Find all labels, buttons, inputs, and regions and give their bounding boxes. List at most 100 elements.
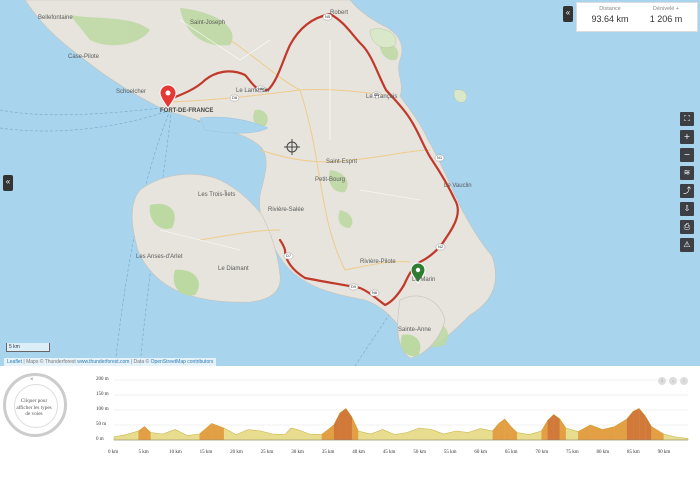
place-label: Robert (330, 10, 349, 16)
double-chevron-left-icon: « (5, 177, 11, 186)
place-label: Sainte-Anne (398, 327, 432, 333)
zoom-out-button[interactable]: − (680, 148, 694, 162)
place-label: Les Anses-d'Arlet (136, 254, 183, 260)
zoom-in-button[interactable]: + (680, 130, 694, 144)
elevation-segment (504, 419, 511, 440)
x-tick-label: 30 km (291, 450, 304, 455)
x-tick-label: 40 km (352, 450, 365, 455)
elevation-segment (578, 425, 591, 440)
leaflet-link[interactable]: Leaflet (7, 359, 22, 365)
road-badge: N2 (438, 244, 444, 249)
elevation-panel: × Cliquer pour afficher les types de voi… (0, 366, 700, 477)
map-attribution: Leaflet | Maps © Thunderforest www.thund… (4, 358, 217, 366)
elevation-segment (541, 420, 548, 440)
place-label: Le François (366, 94, 398, 100)
export-button[interactable]: ⇩ (680, 202, 694, 216)
road-badge: D5 (374, 92, 380, 97)
share-icon: ⤴ (683, 186, 691, 195)
place-label: Saint-Joseph (190, 20, 226, 26)
place-label: Saint-Esprit (326, 159, 358, 165)
x-tick-label: 35 km (321, 450, 335, 455)
place-label: Le Marin (412, 277, 436, 283)
x-tick-label: 0 km (108, 450, 119, 455)
x-tick-label: 5 km (138, 450, 149, 455)
place-label: Bellefontaine (38, 15, 73, 21)
road-badge: D7 (286, 253, 292, 258)
elevation-gain-value: 1 206 m (649, 14, 683, 24)
export-icon: ⇩ (683, 204, 691, 213)
place-label: Les Trois-Îlets (198, 192, 236, 198)
elevation-segment (602, 426, 615, 440)
elevation-chart[interactable] (0, 366, 700, 477)
layers-icon: ≋ (683, 168, 691, 177)
double-chevron-left-icon: « (565, 8, 571, 17)
expand-sidebar-button[interactable]: « (3, 175, 13, 191)
elevation-segment (321, 425, 334, 440)
elevation-segment (645, 416, 652, 440)
map-view[interactable]: Bellefontaine Saint-Joseph Robert Case-P… (0, 0, 700, 366)
x-tick-label: 65 km (504, 450, 518, 455)
layers-button[interactable]: ≋ (680, 166, 694, 180)
x-tick-label: 45 km (382, 450, 396, 455)
place-label: Schoelcher (116, 89, 147, 95)
place-label: Le Diamant (218, 266, 249, 272)
x-tick-label: 70 km (535, 450, 549, 455)
thunderforest-link[interactable]: www.thunderforest.com (77, 359, 129, 365)
place-label: Le Lamentin (236, 88, 270, 94)
x-tick-label: 20 km (230, 450, 243, 455)
elevation-segment (510, 426, 518, 440)
elevation-segment (346, 408, 353, 440)
alert-icon: ⚠ (683, 240, 691, 249)
elevation-segment (492, 423, 499, 440)
x-tick-label: 80 km (596, 450, 610, 455)
elevation-segment (339, 408, 347, 440)
collapse-stats-button[interactable]: « (563, 6, 573, 22)
elevation-segment (547, 414, 554, 440)
elevation-segment (333, 413, 340, 440)
distance-value: 93.64 km (591, 14, 629, 24)
place-label: Le Vauclin (444, 183, 472, 189)
place-label: Rivière-Pilote (360, 259, 396, 265)
x-tick-label: 60 km (474, 450, 488, 455)
place-label: Rivière-Salée (268, 207, 305, 213)
osm-link[interactable]: OpenStreetMap contributors (151, 359, 214, 365)
road-badge: N6 (258, 86, 264, 91)
distance-label: Distance (599, 6, 621, 12)
print-button[interactable]: ⎙ (680, 220, 694, 234)
elevation-segment (614, 419, 627, 440)
map-toolbar: ⛶ + − ≋ ⤴ ⇩ ⎙ ⚠ (680, 112, 694, 256)
zoom-out-icon: − (683, 150, 691, 159)
elevation-segment (199, 423, 212, 440)
elevation-gain-label: Dénivelé + (652, 6, 680, 12)
fullscreen-button[interactable]: ⛶ (680, 112, 694, 126)
place-label: Petit-Bourg (315, 177, 346, 183)
place-label: FORT-DE-FRANCE (160, 108, 214, 114)
road-badge: N1 (437, 155, 443, 160)
share-button[interactable]: ⤴ (680, 184, 694, 198)
elevation-segment (559, 419, 566, 440)
x-tick-label: 90 km (657, 450, 671, 455)
x-tick-label: 75 km (565, 450, 579, 455)
x-tick-label: 25 km (260, 450, 274, 455)
x-tick-label: 55 km (443, 450, 457, 455)
elevation-segment (633, 408, 640, 440)
elevation-segment (639, 408, 646, 440)
elevation-segment (498, 419, 505, 440)
map-canvas (0, 0, 496, 366)
elevation-segment (651, 426, 664, 440)
alert-button[interactable]: ⚠ (680, 238, 694, 252)
road-badge: D9 (351, 284, 357, 289)
x-tick-label: 85 km (627, 450, 640, 455)
zoom-in-icon: + (683, 132, 691, 141)
elevation-segment (553, 414, 560, 440)
elevation-segment (144, 426, 151, 440)
map-scale: 5 km (6, 343, 50, 352)
elevation-segment (211, 423, 224, 440)
attribution-text: | Maps © Thunderforest (22, 359, 78, 365)
x-tick-label: 10 km (169, 450, 182, 455)
route-stats-panel: Distance 93.64 km Dénivelé + 1 206 m (576, 2, 698, 32)
place-label: Case-Pilote (68, 54, 100, 60)
fullscreen-icon: ⛶ (684, 114, 690, 123)
elevation-segment (590, 425, 603, 440)
road-badge: N5 (325, 14, 331, 19)
